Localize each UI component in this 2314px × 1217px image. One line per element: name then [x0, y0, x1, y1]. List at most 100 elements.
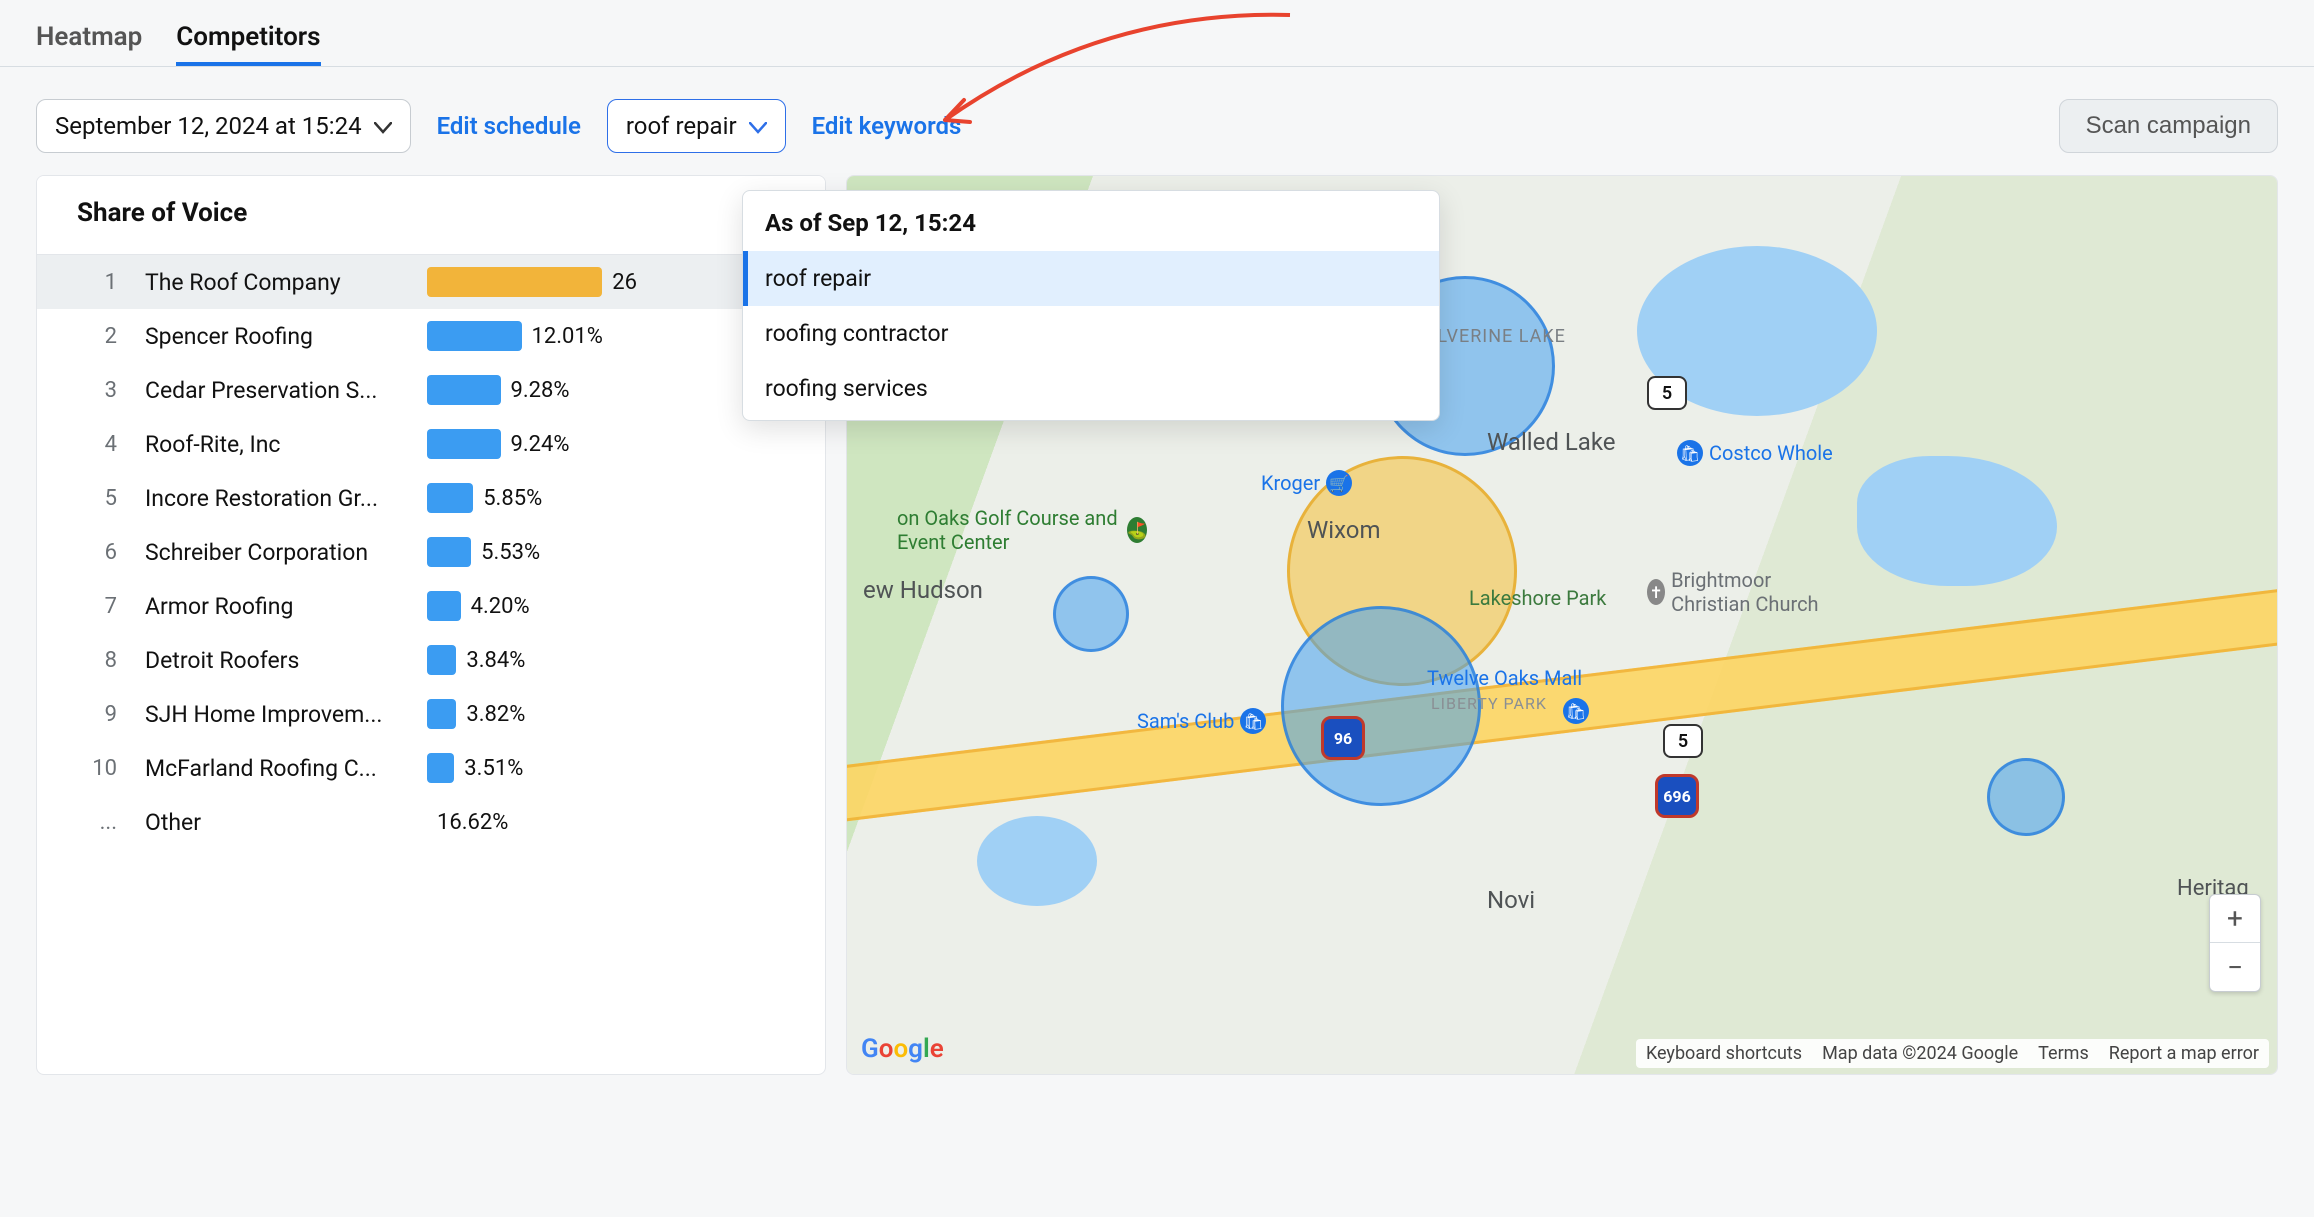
sov-percent: 3.82%: [456, 702, 525, 727]
sov-percent: 3.84%: [456, 648, 525, 673]
edit-keywords-link[interactable]: Edit keywords: [812, 112, 962, 140]
sov-company-name: The Roof Company: [117, 269, 427, 296]
sov-bar: [427, 591, 461, 621]
sov-rank: 1: [67, 270, 117, 295]
dropdown-item-roofing-services[interactable]: roofing services: [743, 361, 1439, 416]
tab-competitors[interactable]: Competitors: [176, 12, 320, 66]
sov-rank: 2: [67, 324, 117, 349]
sov-company-name: Roof-Rite, Inc: [117, 431, 427, 458]
zoom-out-button[interactable]: −: [2210, 943, 2260, 991]
dropdown-header: As of Sep 12, 15:24: [743, 195, 1439, 251]
sov-rank: ...: [67, 810, 117, 835]
map-terms-link[interactable]: Terms: [2038, 1043, 2089, 1064]
poi-twelve-oaks-pin[interactable]: 🛍: [1563, 698, 1589, 724]
poi-costco[interactable]: 🛍 Costco Whole: [1677, 440, 1833, 466]
sov-rank: 4: [67, 432, 117, 457]
scan-campaign-button[interactable]: Scan campaign: [2059, 99, 2278, 153]
poi-label: Kroger: [1261, 471, 1320, 495]
datetime-label: September 12, 2024 at 15:24: [55, 112, 362, 140]
sov-bar-wrap: 3.84%: [427, 645, 637, 675]
sov-rank: 9: [67, 702, 117, 727]
zoom-in-button[interactable]: +: [2210, 895, 2260, 943]
sov-company-name: Detroit Roofers: [117, 647, 427, 674]
chevron-down-icon: [374, 112, 392, 140]
label-wixom: Wixom: [1307, 516, 1381, 544]
report-map-error-link[interactable]: Report a map error: [2109, 1043, 2259, 1064]
sov-company-name: Armor Roofing: [117, 593, 427, 620]
poi-label: Twelve Oaks Mall: [1427, 666, 1582, 690]
sov-percent: 26: [602, 270, 637, 295]
poi-twelve-oaks-mall[interactable]: Twelve Oaks Mall: [1427, 666, 1582, 690]
sov-company-name: Incore Restoration Gr...: [117, 485, 427, 512]
shopping-bag-icon: 🛍: [1563, 698, 1589, 724]
keyword-selected-label: roof repair: [626, 112, 737, 140]
poi-kroger[interactable]: Kroger 🛒: [1261, 470, 1352, 496]
sov-company-name: Other: [117, 809, 427, 836]
sov-bar-wrap: 5.53%: [427, 537, 637, 567]
lake: [977, 816, 1097, 906]
dropdown-item-roofing-contractor[interactable]: roofing contractor: [743, 306, 1439, 361]
sov-bar: [427, 375, 501, 405]
sov-percent: 12.01%: [522, 324, 603, 349]
toolbar: September 12, 2024 at 15:24 Edit schedul…: [0, 67, 2314, 175]
sov-bar-wrap: 26: [427, 267, 637, 297]
golf-icon: ⛳: [1127, 517, 1147, 543]
poi-brightmoor-church[interactable]: ✝ Brightmoor Christian Church: [1647, 568, 1847, 616]
sov-row[interactable]: 5Incore Restoration Gr...5.85%: [37, 471, 825, 525]
sov-company-name: SJH Home Improvem...: [117, 701, 427, 728]
sov-row[interactable]: 2Spencer Roofing12.01%: [37, 309, 825, 363]
sov-rank: 10: [67, 756, 117, 781]
sov-bar: [427, 267, 602, 297]
label-ew-hudson: ew Hudson: [863, 576, 983, 604]
sov-percent: 5.53%: [471, 540, 540, 565]
sov-bar: [427, 699, 456, 729]
tab-heatmap[interactable]: Heatmap: [36, 12, 142, 66]
keyword-dropdown: As of Sep 12, 15:24 roof repair roofing …: [742, 190, 1440, 421]
sov-row[interactable]: 8Detroit Roofers 3.84%: [37, 633, 825, 687]
sov-percent: 5.85%: [473, 486, 542, 511]
sov-percent: 16.62%: [427, 810, 508, 835]
sov-company-name: Cedar Preservation S...: [117, 377, 427, 404]
sov-row[interactable]: 10McFarland Roofing C...3.51%: [37, 741, 825, 795]
shopping-bag-icon: 🛍: [1240, 708, 1266, 734]
sov-percent: 4.20%: [461, 594, 530, 619]
label-lakeshore-park: Lakeshore Park: [1469, 586, 1619, 610]
shopping-cart-icon: 🛒: [1326, 470, 1352, 496]
edit-schedule-link[interactable]: Edit schedule: [437, 112, 581, 140]
datetime-select[interactable]: September 12, 2024 at 15:24: [36, 99, 411, 153]
route-shield-5: 5: [1647, 376, 1687, 410]
poi-sams-club[interactable]: Sam's Club 🛍: [1137, 708, 1266, 734]
sov-bar: [427, 753, 454, 783]
sov-row[interactable]: ...Other16.62%: [37, 795, 825, 849]
poi-golf-course[interactable]: on Oaks Golf Course and Event Center ⛳: [897, 506, 1147, 554]
sov-row[interactable]: 9SJH Home Improvem... 3.82%: [37, 687, 825, 741]
sov-list: 1The Roof Company262Spencer Roofing12.01…: [37, 255, 825, 849]
church-icon: ✝: [1647, 579, 1665, 605]
sov-percent: 9.28%: [501, 378, 570, 403]
sov-title: Share of Voice: [37, 176, 825, 255]
sov-row[interactable]: 4Roof-Rite, Inc9.24%: [37, 417, 825, 471]
keyword-select[interactable]: roof repair: [607, 99, 786, 153]
sov-row[interactable]: 7Armor Roofing4.20%: [37, 579, 825, 633]
map-data-copyright: Map data ©2024 Google: [1822, 1043, 2018, 1064]
interstate-shield-696: 696: [1655, 774, 1699, 818]
sov-row[interactable]: 6Schreiber Corporation 5.53%: [37, 525, 825, 579]
sov-rank: 8: [67, 648, 117, 673]
keyboard-shortcuts-link[interactable]: Keyboard shortcuts: [1646, 1043, 1802, 1064]
map-bubble-east[interactable]: [1987, 758, 2065, 836]
sov-row[interactable]: 3Cedar Preservation S...9.28%: [37, 363, 825, 417]
dropdown-item-roof-repair[interactable]: roof repair: [743, 251, 1439, 306]
shopping-bag-icon: 🛍: [1677, 440, 1703, 466]
sov-rank: 6: [67, 540, 117, 565]
sov-company-name: Schreiber Corporation: [117, 539, 427, 566]
map-bubble-small[interactable]: [1053, 576, 1129, 652]
poi-label: Brightmoor Christian Church: [1671, 568, 1847, 616]
label-liberty-park: LIBERTY PARK: [1431, 694, 1547, 713]
sov-bar: [427, 321, 522, 351]
map-footer: Keyboard shortcuts Map data ©2024 Google…: [1636, 1039, 2269, 1068]
sov-bar-wrap: 12.01%: [427, 321, 637, 351]
sov-percent: 3.51%: [454, 756, 523, 781]
sov-row[interactable]: 1The Roof Company 26: [37, 255, 825, 309]
sov-bar: [427, 429, 501, 459]
label-novi: Novi: [1487, 886, 1535, 914]
